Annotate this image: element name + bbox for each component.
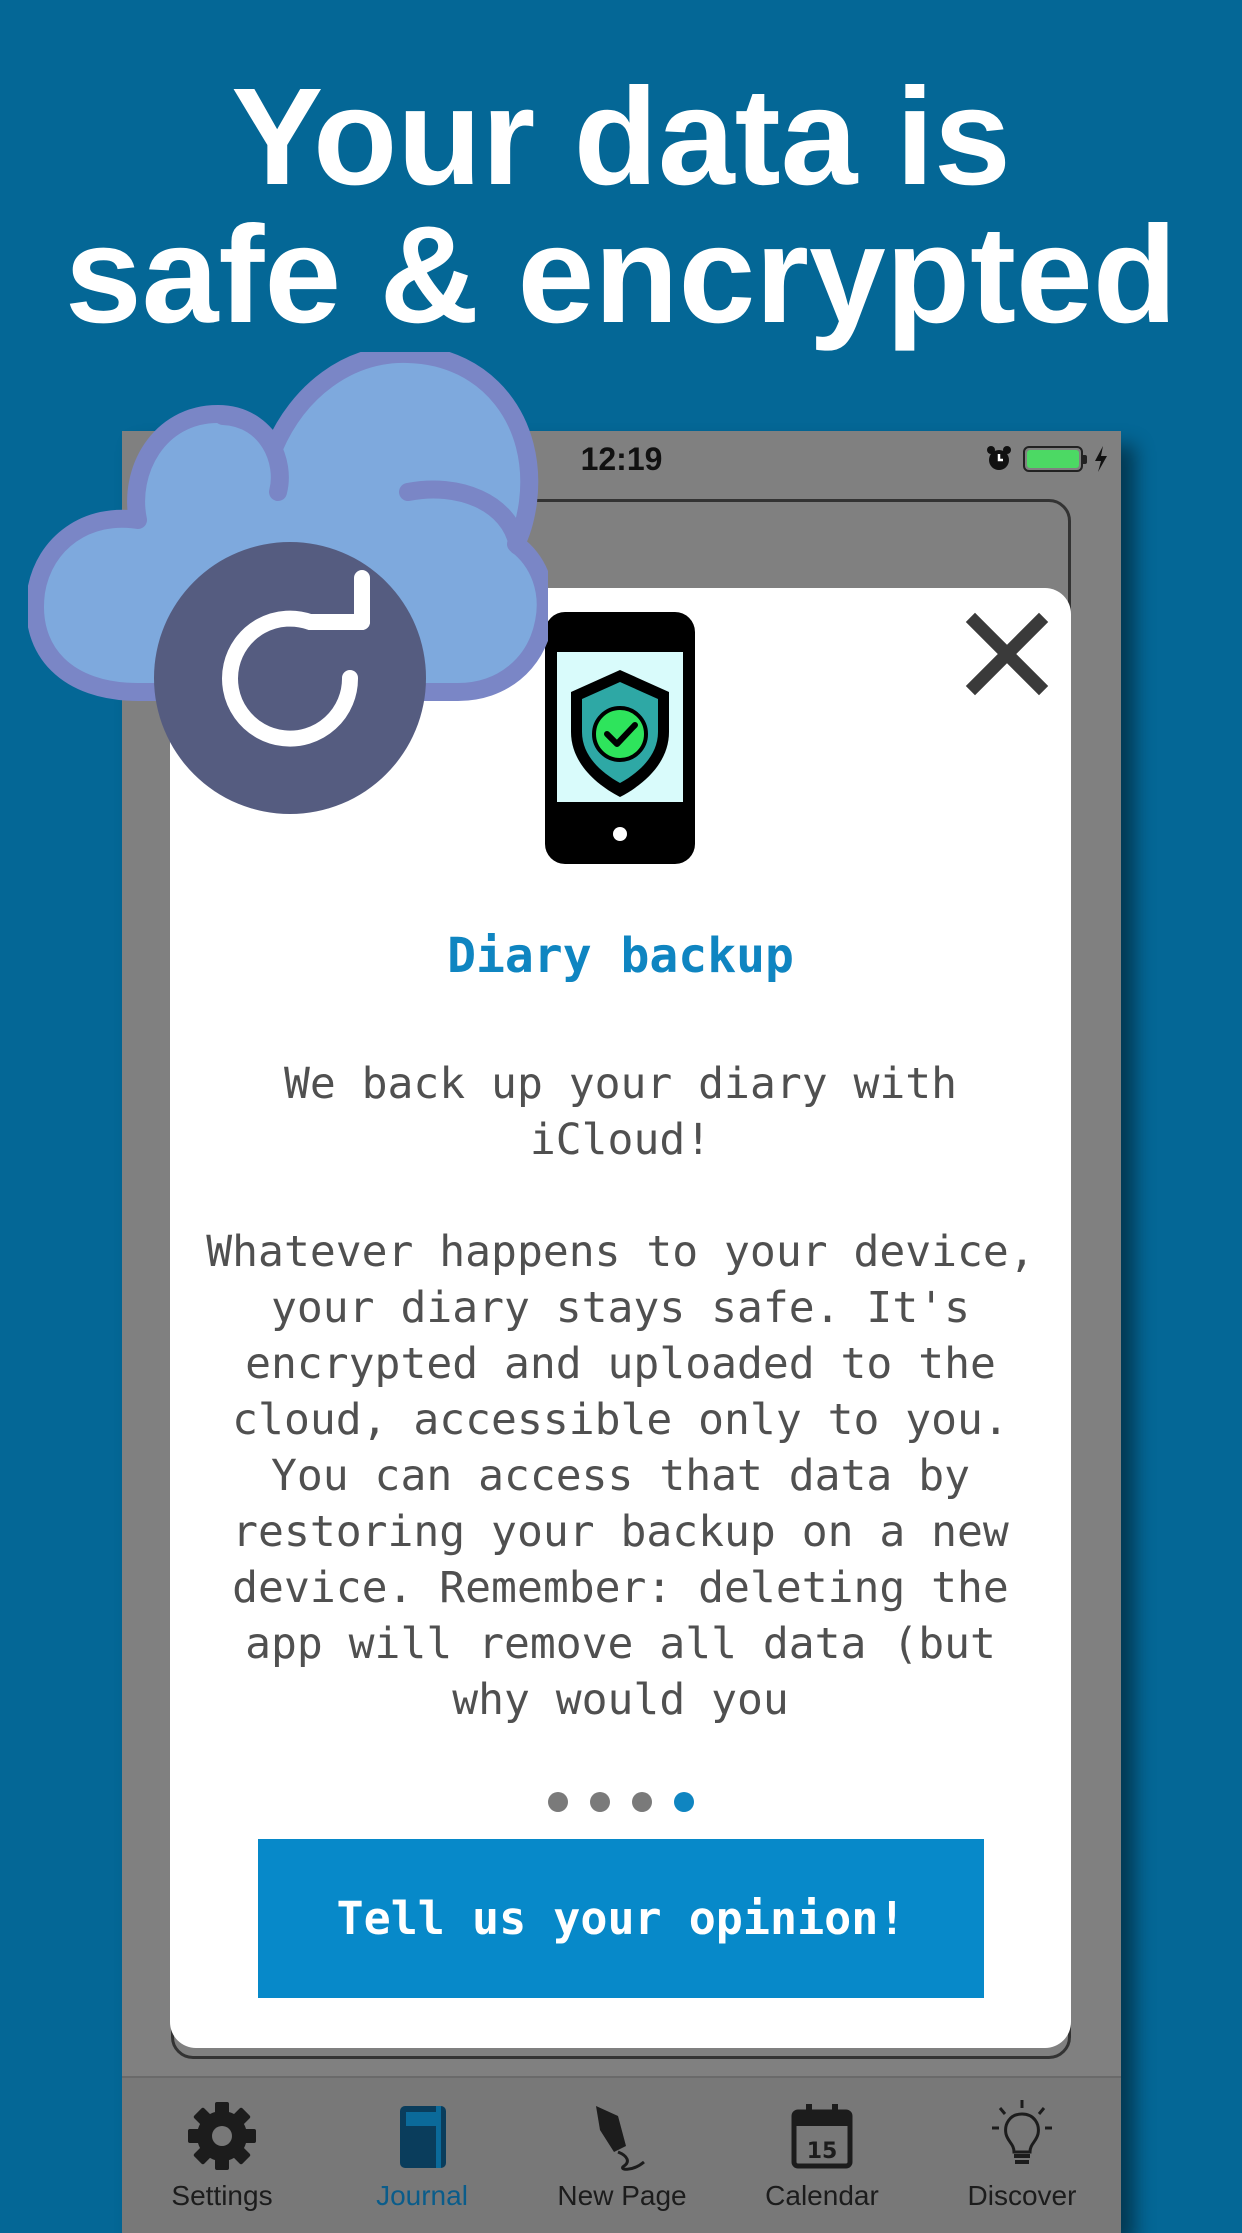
headline: Your data is safe & encrypted [0,68,1242,344]
status-icons [985,441,1109,477]
tab-label: Discover [967,2180,1077,2211]
tab-journal[interactable]: Journal [322,2078,522,2233]
tell-us-opinion-button[interactable]: Tell us your opinion! [258,1839,984,1998]
phone-shield-check-icon [545,612,695,864]
tab-new-page[interactable]: New Page [522,2078,722,2233]
modal-paragraph-2: Whatever happens to your device, your di… [206,1227,1035,1725]
page-dot[interactable] [589,1792,610,1812]
charging-bolt-icon [1095,446,1107,472]
page-indicator [170,1792,1071,1812]
tab-label: Settings [171,2180,273,2211]
modal-paragraph-1: We back up your diary with iCloud! [283,1059,958,1165]
lightbulb-icon [992,2100,1052,2164]
cloud-sync-icon [28,352,548,814]
tab-bar: Settings Journal New Page 15 Calendar Di… [122,2076,1121,2233]
modal-title: Diary backup [447,928,794,984]
pen-nib-icon [596,2106,645,2171]
page-dot-active[interactable] [673,1792,694,1812]
calendar-icon: 15 [791,2104,853,2169]
tab-discover[interactable]: Discover [922,2078,1122,2233]
headline-line-2: safe & encrypted [64,198,1178,352]
gear-icon [188,2102,256,2170]
headline-line-1: Your data is [231,60,1011,214]
journal-book-icon [400,2106,446,2168]
page-dot[interactable] [631,1792,652,1812]
battery-icon [1023,446,1087,472]
tab-label: Calendar [765,2180,879,2211]
modal-body: We back up your diary with iCloud! Whate… [200,1056,1041,1781]
alarm-clock-icon [987,446,1011,470]
tab-calendar[interactable]: 15 Calendar [722,2078,922,2233]
tab-label: New Page [557,2180,687,2211]
close-icon[interactable] [965,612,1049,696]
page-dot[interactable] [547,1792,568,1812]
tab-label: Journal [376,2180,468,2211]
calendar-date: 15 [807,2139,838,2164]
tab-settings[interactable]: Settings [122,2078,322,2233]
